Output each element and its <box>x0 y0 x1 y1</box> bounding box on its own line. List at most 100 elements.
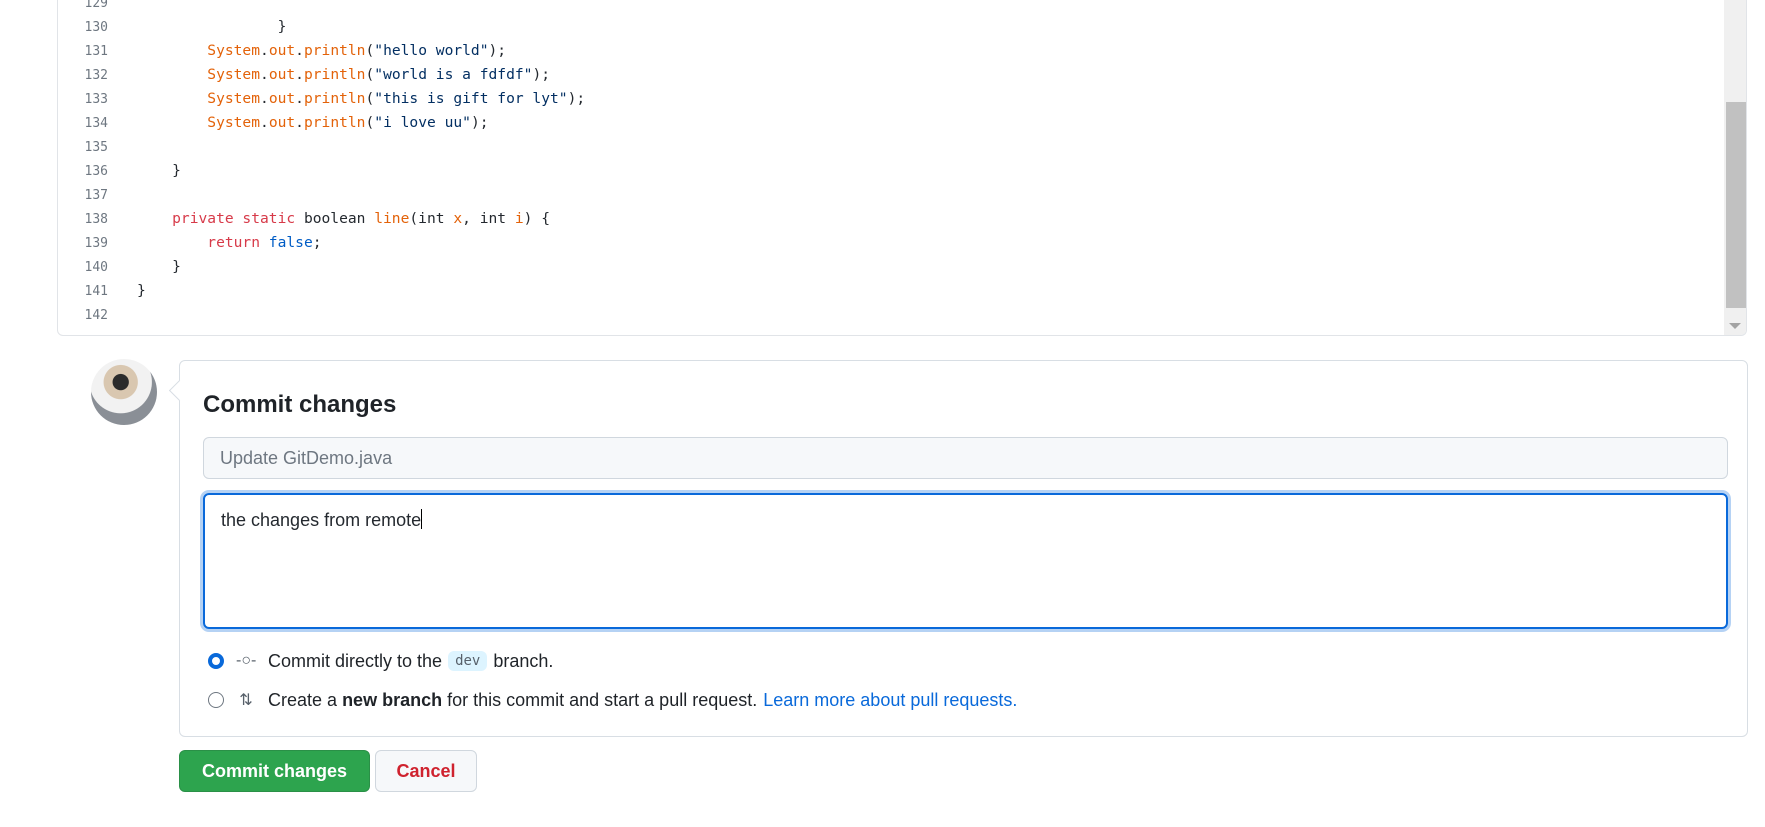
line-source: } <box>137 255 181 279</box>
code-token: . <box>260 90 269 107</box>
radio-commit-direct[interactable] <box>208 653 224 669</box>
code-token: ( <box>365 90 375 107</box>
code-token: ); <box>532 66 551 83</box>
line-number: 130 <box>84 20 108 35</box>
code-token: ( <box>365 42 375 59</box>
code-token: System <box>137 66 261 83</box>
line-number: 142 <box>84 308 108 323</box>
line-source: System.out.println("hello world"); <box>137 39 506 63</box>
branch-name: dev <box>448 651 488 671</box>
code-token: "i love uu" <box>374 114 471 131</box>
code-token: "hello world" <box>374 42 489 59</box>
code-token: ( <box>365 114 375 131</box>
code-token: out <box>268 90 296 107</box>
code-token: ); <box>488 42 507 59</box>
line-source: System.out.println("world is a fdfdf"); <box>137 63 550 87</box>
git-commit-icon: -○- <box>236 652 257 669</box>
radio-new-branch[interactable] <box>208 692 224 708</box>
line-number: 133 <box>84 92 108 107</box>
code-token: . <box>295 42 304 59</box>
code-line: 141} <box>58 279 146 303</box>
code-token: boolean <box>303 210 375 227</box>
code-token: ); <box>470 114 489 131</box>
code-line: 137 <box>58 183 108 207</box>
code-token: ) { <box>523 210 550 227</box>
line-source: } <box>137 279 146 303</box>
option-commit-direct[interactable]: -○- Commit directly to the dev branch. <box>208 649 553 673</box>
line-number: 141 <box>84 284 108 299</box>
learn-more-link[interactable]: Learn more about pull requests. <box>763 690 1017 711</box>
code-token: out <box>268 42 296 59</box>
code-line: 133 System.out.println("this is gift for… <box>58 87 586 111</box>
code-line: 130 } <box>58 15 287 39</box>
option-direct-label: Commit directly to the <box>268 650 443 671</box>
line-number: 129 <box>84 0 108 11</box>
commit-title: Commit changes <box>203 391 397 418</box>
line-number: 138 <box>84 212 108 227</box>
line-number: 136 <box>84 164 108 179</box>
code-token: i <box>514 210 524 227</box>
code-token: println <box>303 42 366 59</box>
option-new-bold: new branch <box>342 689 443 710</box>
line-source: } <box>137 15 287 39</box>
code-line: 131 System.out.println("hello world"); <box>58 39 507 63</box>
code-token: } <box>137 258 181 275</box>
code-token: . <box>260 42 269 59</box>
code-token: . <box>295 66 304 83</box>
code-editor[interactable]: 129 130 } 131 System.out.println("hello wo… <box>57 0 1747 336</box>
code-token: System <box>137 114 261 131</box>
code-token: false <box>268 234 313 251</box>
code-token: private static <box>137 210 304 227</box>
code-token: out <box>268 114 296 131</box>
line-number: 135 <box>84 140 108 155</box>
line-source: return false; <box>137 231 321 255</box>
code-token: println <box>303 90 366 107</box>
line-number: 140 <box>84 260 108 275</box>
code-token: System <box>137 42 261 59</box>
avatar <box>91 359 157 425</box>
line-number: 131 <box>84 44 108 59</box>
scrollbar-thumb[interactable] <box>1726 102 1746 308</box>
cancel-button[interactable]: Cancel <box>375 750 477 792</box>
code-token: out <box>268 66 296 83</box>
option-new-branch[interactable]: ⇅ Create a new branch for this commit an… <box>208 688 1017 712</box>
code-token: x <box>453 210 463 227</box>
code-token: return <box>137 234 269 251</box>
commit-changes-button[interactable]: Commit changes <box>179 750 370 792</box>
scroll-down-arrow-icon[interactable] <box>1729 323 1741 329</box>
code-token: } <box>137 18 287 35</box>
line-source: } <box>137 159 181 183</box>
code-token: line <box>374 210 410 227</box>
commit-description-textarea[interactable]: the changes from remote <box>203 493 1728 629</box>
description-text: the changes from remote <box>221 510 422 530</box>
line-number: 137 <box>84 188 108 203</box>
line-number: 134 <box>84 116 108 131</box>
code-token: "this is gift for lyt" <box>374 90 568 107</box>
code-token: (int <box>409 210 454 227</box>
line-source: System.out.println("i love uu"); <box>137 111 489 135</box>
code-token: ( <box>365 66 375 83</box>
code-token: . <box>260 66 269 83</box>
code-token: "world is a fdfdf" <box>374 66 533 83</box>
code-line: 138 private static boolean line(int x, i… <box>58 207 550 231</box>
code-token: } <box>137 282 146 299</box>
code-token: . <box>295 90 304 107</box>
code-token: System <box>137 90 261 107</box>
code-token: . <box>295 114 304 131</box>
code-token: println <box>303 66 366 83</box>
option-direct-suffix: branch. <box>493 650 554 671</box>
code-line: 136 } <box>58 159 181 183</box>
option-new-label: Create a <box>268 689 338 710</box>
line-source: private static boolean line(int x, int i… <box>137 207 550 231</box>
code-line: 135 <box>58 135 108 159</box>
commit-summary-input[interactable]: Update GitDemo.java <box>203 437 1728 479</box>
code-line: 129 <box>58 0 108 15</box>
code-line: 142 <box>58 303 108 327</box>
code-token: println <box>303 114 366 131</box>
git-pull-request-icon: ⇅ <box>239 692 253 709</box>
scrollbar[interactable] <box>1724 0 1746 335</box>
code-line: 140 } <box>58 255 181 279</box>
line-number: 132 <box>84 68 108 83</box>
code-token: } <box>137 162 181 179</box>
code-line: 132 System.out.println("world is a fdfdf… <box>58 63 551 87</box>
